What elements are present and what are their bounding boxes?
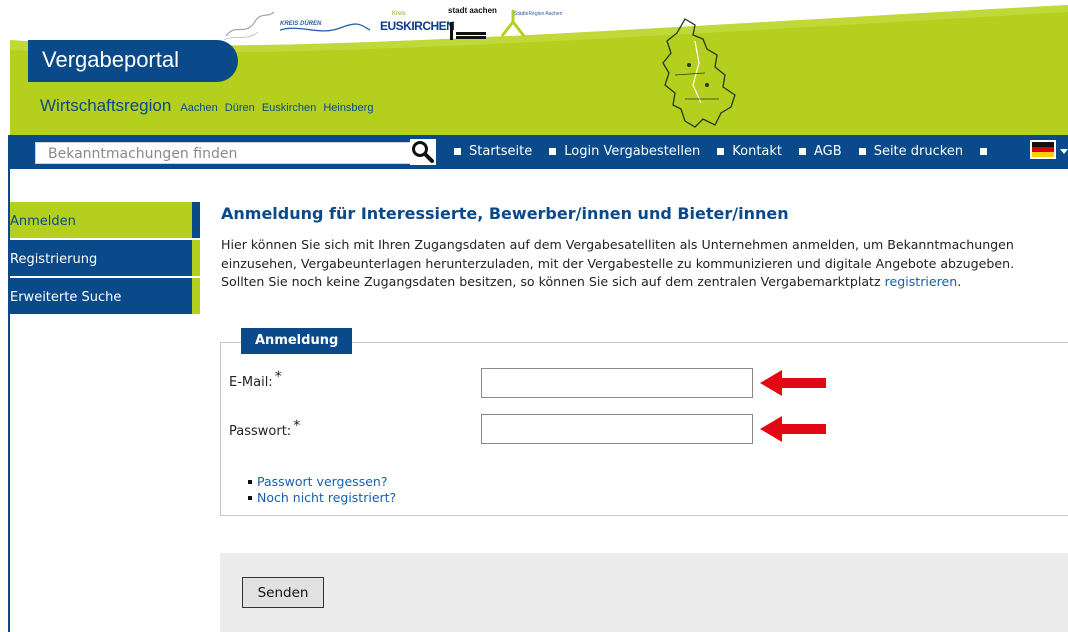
nav-link-label: Kontakt bbox=[732, 144, 783, 159]
town-label: Düren bbox=[224, 102, 255, 114]
site-header: KREIS DÜREN Kreis EUSKIRCHEN stadt aache… bbox=[0, 0, 1068, 135]
region-title: Wirtschaftsregion Aachen Düren Euskirche… bbox=[40, 96, 373, 116]
email-label: E-Mail: * bbox=[229, 369, 282, 390]
intro-text: Hier können Sie sich mit Ihren Zugangsda… bbox=[221, 236, 1061, 292]
sidebar-item-registrierung[interactable]: Registrierung bbox=[10, 240, 200, 276]
email-field[interactable] bbox=[481, 368, 753, 398]
region-main-label: Wirtschaftsregion bbox=[40, 96, 172, 115]
nav-links: Startseite Login Vergabestellen Kontakt … bbox=[454, 144, 1012, 159]
site-title: Vergabeportal bbox=[42, 47, 179, 72]
nav-link-login-vergabestellen[interactable]: Login Vergabestellen bbox=[549, 144, 700, 159]
bullet-icon bbox=[248, 496, 252, 500]
red-arrow-icon bbox=[760, 416, 826, 442]
sidebar-item-erweiterte-suche[interactable]: Erweiterte Suche bbox=[10, 278, 200, 314]
search-box bbox=[35, 142, 415, 164]
search-button[interactable] bbox=[410, 139, 436, 165]
login-form-legend: Anmeldung bbox=[241, 328, 353, 354]
nav-link-kontakt[interactable]: Kontakt bbox=[717, 144, 782, 159]
nav-language-bullet bbox=[980, 148, 995, 155]
nav-link-label: Login Vergabestellen bbox=[564, 144, 701, 159]
search-icon bbox=[412, 141, 434, 163]
password-label-text: Passwort: bbox=[229, 424, 292, 439]
forgot-password-link[interactable]: Passwort vergessen? bbox=[248, 474, 396, 490]
form-actions-bar bbox=[220, 553, 1068, 632]
register-link[interactable]: registrieren bbox=[885, 274, 958, 289]
bullet-icon bbox=[980, 148, 988, 155]
region-logo-icon bbox=[223, 11, 275, 41]
region-map-icon bbox=[662, 18, 736, 128]
logo-staedteregion: StädteRegion Aachen bbox=[514, 11, 563, 17]
password-label: Passwort: * bbox=[229, 418, 300, 439]
not-registered-label: Noch nicht registriert? bbox=[257, 490, 397, 505]
password-field[interactable] bbox=[481, 414, 753, 444]
nav-link-seite-drucken[interactable]: Seite drucken bbox=[858, 144, 964, 159]
submit-button[interactable]: Senden bbox=[242, 577, 324, 608]
bullet-icon bbox=[717, 148, 725, 155]
sidebar-item-label: Registrierung bbox=[10, 252, 98, 267]
bullet-icon bbox=[248, 480, 252, 484]
search-input[interactable] bbox=[48, 145, 398, 163]
required-mark: * bbox=[293, 418, 301, 434]
nav-link-label: Seite drucken bbox=[873, 144, 964, 159]
sidebar-item-anmelden[interactable]: Anmelden bbox=[10, 202, 200, 238]
sidebar-item-label: Anmelden bbox=[10, 214, 76, 229]
nav-link-label: Startseite bbox=[469, 144, 533, 159]
sidebar-item-label: Erweiterte Suche bbox=[10, 290, 122, 305]
nav-link-label: AGB bbox=[814, 144, 842, 159]
logo-euskirchen: EUSKIRCHEN bbox=[380, 19, 455, 33]
email-label-text: E-Mail: bbox=[229, 375, 273, 390]
bullet-icon bbox=[549, 148, 557, 155]
region-towns: Aachen Düren Euskirchen Heinsberg bbox=[176, 102, 373, 114]
page-title: Anmeldung für Interessierte, Bewerber/in… bbox=[221, 204, 789, 223]
intro-end: . bbox=[957, 274, 962, 289]
red-arrow-icon bbox=[760, 370, 826, 396]
main-navigation: Startseite Login Vergabestellen Kontakt … bbox=[10, 135, 1068, 169]
town-label: Heinsberg bbox=[323, 102, 374, 114]
german-flag-icon[interactable] bbox=[1030, 140, 1056, 159]
bullet-icon bbox=[799, 148, 807, 155]
nav-link-agb[interactable]: AGB bbox=[799, 144, 842, 159]
forgot-password-label: Passwort vergessen? bbox=[257, 474, 388, 489]
bullet-icon bbox=[858, 148, 866, 155]
town-label: Euskirchen bbox=[261, 102, 317, 114]
nav-link-startseite[interactable]: Startseite bbox=[454, 144, 532, 159]
logo-stadt-aachen: stadt aachen bbox=[448, 6, 497, 15]
town-label: Aachen bbox=[180, 102, 218, 114]
logo-kreis-dueren: KREIS DÜREN bbox=[280, 21, 322, 27]
logo-euskirchen-tag: Kreis bbox=[392, 11, 406, 17]
language-dropdown-icon[interactable] bbox=[1060, 149, 1068, 154]
sidebar-menu: Anmelden Registrierung Erweiterte Suche bbox=[10, 202, 200, 316]
aachen-bars-icon bbox=[450, 22, 486, 40]
required-mark: * bbox=[274, 369, 282, 385]
bullet-icon bbox=[454, 148, 461, 155]
not-registered-link[interactable]: Noch nicht registriert? bbox=[248, 490, 396, 506]
help-links: Passwort vergessen? Noch nicht registrie… bbox=[248, 474, 396, 506]
